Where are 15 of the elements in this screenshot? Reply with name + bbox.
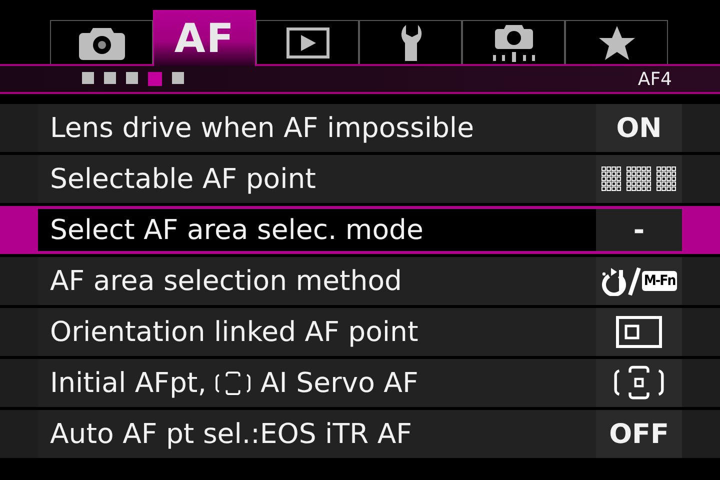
menu-label: AF area selection method xyxy=(50,265,402,297)
menu-label: Auto AF pt sel.:EOS iTR AF xyxy=(50,418,412,450)
menu-label: Initial AFpt, xyxy=(50,367,206,399)
menu-row[interactable]: Select AF area selec. mode - xyxy=(0,206,720,254)
menu-label: Selectable AF point xyxy=(50,163,316,195)
setting-value: ON xyxy=(616,112,662,144)
menu-label: Lens drive when AF impossible xyxy=(50,112,474,144)
setting-value: OFF xyxy=(609,418,669,450)
setting-value: - xyxy=(633,214,645,246)
mfn-label: M-Fn xyxy=(642,271,678,291)
page-label: AF4 xyxy=(638,68,672,90)
menu-label: Orientation linked AF point xyxy=(50,316,418,348)
menu-label: AI Servo AF xyxy=(260,367,418,399)
menu-label: Select AF area selec. mode xyxy=(50,214,424,246)
menu-tab[interactable]: AF xyxy=(153,10,256,66)
